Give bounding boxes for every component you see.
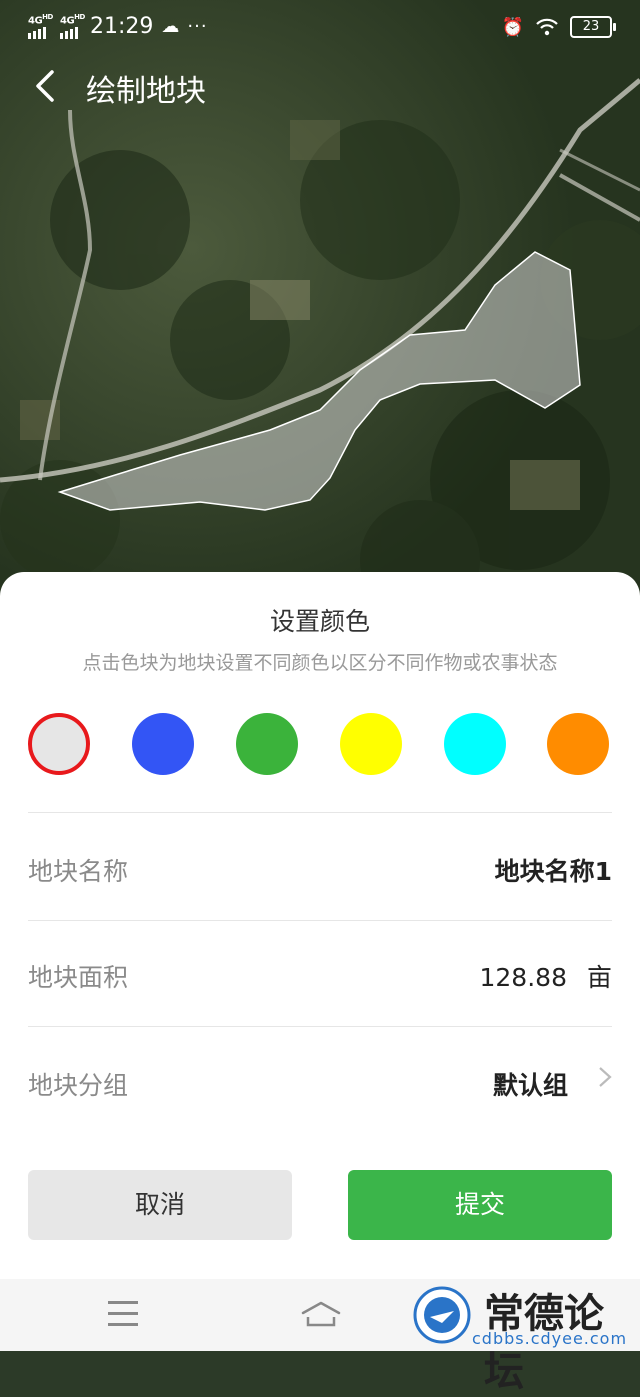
more-notifications-icon: ···: [187, 16, 208, 37]
color-swatch-orange[interactable]: [547, 713, 609, 775]
cellular-signal-icon-2: 4GHD: [60, 13, 85, 39]
weather-cloud-icon: ☁: [161, 16, 180, 37]
color-swatch-green[interactable]: [236, 713, 298, 775]
app-header: 绘制地块: [0, 56, 640, 120]
divider: [28, 812, 612, 813]
plot-name-label: 地块名称: [28, 857, 129, 886]
cancel-button[interactable]: 取消: [28, 1170, 292, 1240]
status-bar: 4GHD 4GHD 21:29 ☁ ··· ⏰ 23: [0, 0, 640, 56]
area-unit: 亩: [586, 963, 612, 992]
status-time: 21:29: [90, 14, 154, 39]
plot-name-value[interactable]: 地块名称1: [495, 852, 612, 888]
plot-area-value-wrap: 128.88 亩: [480, 958, 613, 994]
divider: [28, 1026, 612, 1027]
plot-name-row[interactable]: 地块名称 地块名称1: [28, 838, 612, 898]
plot-area-row: 地块面积 128.88 亩: [28, 944, 612, 1004]
home-icon[interactable]: [300, 1299, 342, 1329]
divider: [28, 920, 612, 921]
wifi-icon: [536, 18, 558, 36]
submit-button[interactable]: 提交: [348, 1170, 612, 1240]
plot-area-value: 128.88: [479, 963, 567, 992]
chevron-right-icon: [598, 1064, 612, 1097]
color-swatch-blue[interactable]: [132, 713, 194, 775]
watermark-url: cdbbs.cdyee.com: [472, 1329, 628, 1348]
menu-icon[interactable]: [108, 1301, 138, 1327]
plot-group-label: 地块分组: [28, 1071, 129, 1100]
watermark-logo-icon: [413, 1286, 471, 1344]
plot-area-label: 地块面积: [28, 963, 129, 992]
color-swatch-yellow[interactable]: [340, 713, 402, 775]
battery-icon: 23: [570, 16, 616, 38]
cellular-signal-icon: 4GHD: [28, 13, 53, 39]
color-swatch-gray[interactable]: [28, 713, 90, 775]
color-swatch-list: [28, 713, 610, 777]
sheet-subtitle: 点击色块为地块设置不同颜色以区分不同作物或农事状态: [82, 652, 558, 674]
plot-group-value: 默认组: [492, 1071, 568, 1100]
alarm-icon: ⏰: [501, 16, 524, 38]
plot-settings-sheet: 设置颜色 点击色块为地块设置不同颜色以区分不同作物或农事状态 地块名称 地块名称…: [0, 572, 640, 1279]
watermark: 常德论坛 cdbbs.cdyee.com: [412, 1281, 638, 1395]
chevron-left-icon: [36, 70, 54, 102]
page-title: 绘制地块: [86, 74, 206, 109]
system-navigation-bar: 常德论坛 cdbbs.cdyee.com: [0, 1279, 640, 1395]
back-button[interactable]: [30, 64, 70, 112]
color-swatch-cyan[interactable]: [444, 713, 506, 775]
sheet-title: 设置颜色: [269, 607, 370, 636]
plot-group-row[interactable]: 地块分组 默认组: [28, 1052, 612, 1112]
